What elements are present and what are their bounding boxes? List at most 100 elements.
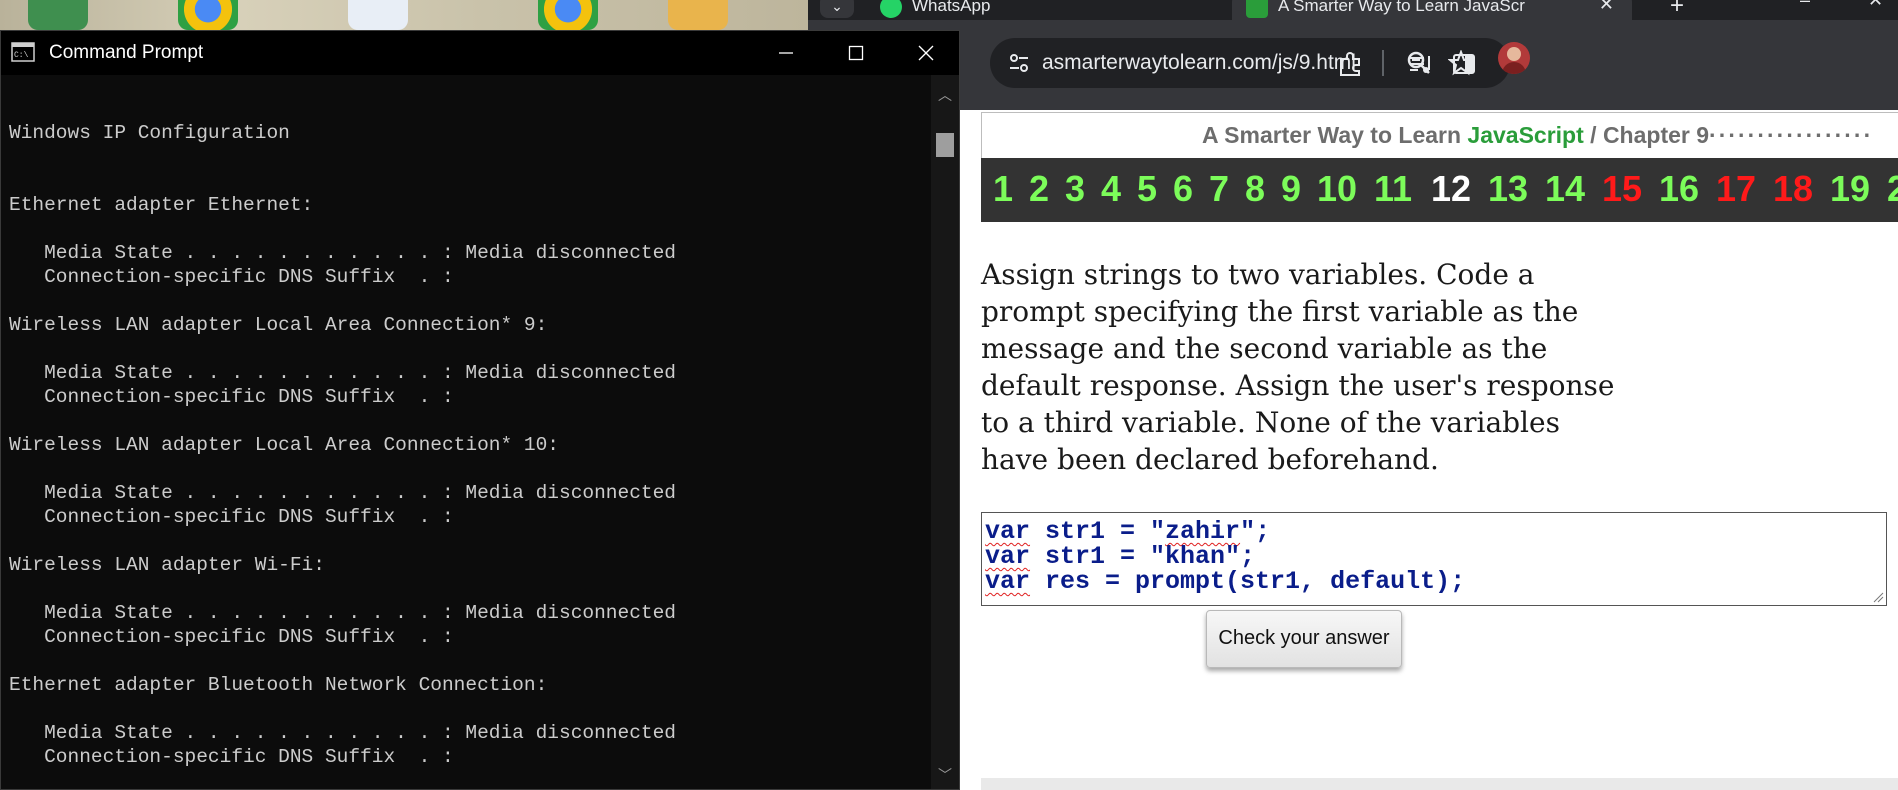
console-line: Connection-specific DNS Suffix . : [9,266,454,288]
console-line: Media State . . . . . . . . . . . : Medi… [9,362,677,384]
chapter-link-11[interactable]: 11 [1374,168,1412,210]
media-queue-icon[interactable] [1406,50,1434,78]
tab-search-chevron-icon[interactable]: ⌄ [820,0,854,18]
cmd-app-icon: C:\ [11,42,35,62]
minimize-icon[interactable]: – [1800,0,1810,11]
url-text[interactable]: asmarterwaytolearn.com/js/9.html [1042,51,1356,75]
title-dots: ················· [1709,122,1874,148]
console-line: Ethernet adapter Bluetooth Network Conne… [9,674,548,696]
chapter-link-20[interactable]: 20 [1887,168,1898,210]
resize-grip-icon[interactable] [1872,591,1884,603]
window-title: Command Prompt [49,42,204,63]
desktop-background [0,0,808,32]
chapter-link-7[interactable]: 7 [1209,168,1229,210]
chapter-link-13[interactable]: 13 [1488,168,1528,210]
site-favicon-icon [1246,0,1268,18]
instruction-line: Assign strings to two variables. Code a [981,258,1535,291]
whatsapp-icon [880,0,902,18]
console-line: Media State . . . . . . . . . . . : Medi… [9,242,677,264]
chapter-link-4[interactable]: 4 [1101,168,1121,210]
extensions-icon[interactable] [1336,50,1364,78]
tab-smarter-way[interactable]: A Smarter Way to Learn JavaScr ✕ [1232,0,1632,20]
tab-title: A Smarter Way to Learn JavaScr [1278,0,1525,15]
chapter-link-15[interactable]: 15 [1602,168,1642,210]
instruction-line: default response. Assign the user's resp… [981,369,1615,402]
chrome-desktop-icon[interactable] [178,0,238,30]
title-brand[interactable]: JavaScript [1467,122,1583,148]
side-panel-icon[interactable] [1450,50,1478,78]
browser-window: ⌄ WhatsApp ✕ A Smarter Way to Learn Java… [808,0,1898,790]
chapter-link-16[interactable]: 16 [1659,168,1699,210]
chapter-link-3[interactable]: 3 [1065,168,1085,210]
scrollbar-thumb[interactable] [936,133,954,157]
console-output[interactable]: Windows IP Configuration Ethernet adapter… [9,97,929,789]
chapter-link-18[interactable]: 18 [1773,168,1813,210]
tab-whatsapp[interactable]: WhatsApp ✕ [866,0,1266,20]
maximize-button[interactable] [821,37,891,69]
chapter-link-17[interactable]: 17 [1716,168,1756,210]
new-tab-icon[interactable]: + [1670,0,1684,20]
svg-text:C:\: C:\ [14,51,29,60]
close-button[interactable] [891,37,959,69]
vscode-desktop-icon[interactable] [348,0,408,30]
code-text: res = prompt(str1, default); [1030,567,1466,596]
chapter-link-1[interactable]: 1 [993,168,1013,210]
scroll-down-icon[interactable]: ﹀ [938,765,952,785]
tab-strip: ⌄ WhatsApp ✕ A Smarter Way to Learn Java… [808,0,1898,20]
chapter-link-8[interactable]: 8 [1245,168,1265,210]
maximize-icon [848,45,864,61]
instruction-line: have been declared beforehand. [981,443,1439,476]
console-line: Windows IP Configuration [9,122,290,144]
chapter-link-6[interactable]: 6 [1173,168,1193,210]
console-line: Wireless LAN adapter Wi-Fi: [9,554,325,576]
folder-desktop-icon[interactable] [668,0,728,30]
close-tab-icon[interactable]: ✕ [1599,0,1614,15]
console-line: Wireless LAN adapter Local Area Connecti… [9,314,548,336]
close-icon [918,45,934,61]
minimize-icon [779,52,793,54]
toolbar-divider [1382,50,1384,76]
chapter-link-9[interactable]: 9 [1281,168,1301,210]
console-line: Connection-specific DNS Suffix . : [9,386,454,408]
chapter-link-2[interactable]: 2 [1029,168,1049,210]
chapter-link-19[interactable]: 19 [1830,168,1870,210]
chapter-link-14[interactable]: 14 [1545,168,1585,210]
horizontal-scrollbar[interactable] [981,778,1898,790]
cmd-titlebar[interactable]: C:\ Command Prompt [1,31,959,75]
instruction-line: message and the second variable as the [981,332,1548,365]
title-prefix: A Smarter Way to Learn [1202,122,1468,148]
close-window-icon[interactable]: ✕ [1868,0,1883,11]
desktop-app-icon[interactable] [28,0,88,30]
profile-avatar[interactable] [1498,42,1530,74]
site-info-icon[interactable] [1008,52,1030,74]
console-line: Connection-specific DNS Suffix . : [9,626,454,648]
chrome-shortcut-icon[interactable] [538,0,598,30]
console-line: Connection-specific DNS Suffix . : [9,746,454,768]
console-line: Wireless LAN adapter Local Area Connecti… [9,434,559,456]
console-line: Media State . . . . . . . . . . . : Medi… [9,482,677,504]
page-title: A Smarter Way to Learn JavaScript / Chap… [1202,122,1873,149]
answer-textarea[interactable]: var str1 = "zahir"; var str1 = "khan"; v… [981,512,1887,606]
exercise-instructions: Assign strings to two variables. Code a … [981,256,1641,478]
chapter-link-5[interactable]: 5 [1137,168,1157,210]
scroll-up-icon[interactable]: ︿ [938,85,952,105]
chapter-link-12[interactable]: 12 [1431,168,1471,210]
check-answer-button[interactable]: Check your answer [1206,610,1402,668]
instruction-line: prompt specifying the first variable as … [981,295,1579,328]
chapter-link-10[interactable]: 10 [1317,168,1357,210]
code-keyword: var [985,567,1031,596]
minimize-button[interactable] [751,37,821,69]
page-viewport: A Smarter Way to Learn JavaScript / Chap… [808,110,1898,790]
vertical-scrollbar[interactable]: ︿ ﹀ [931,75,959,789]
